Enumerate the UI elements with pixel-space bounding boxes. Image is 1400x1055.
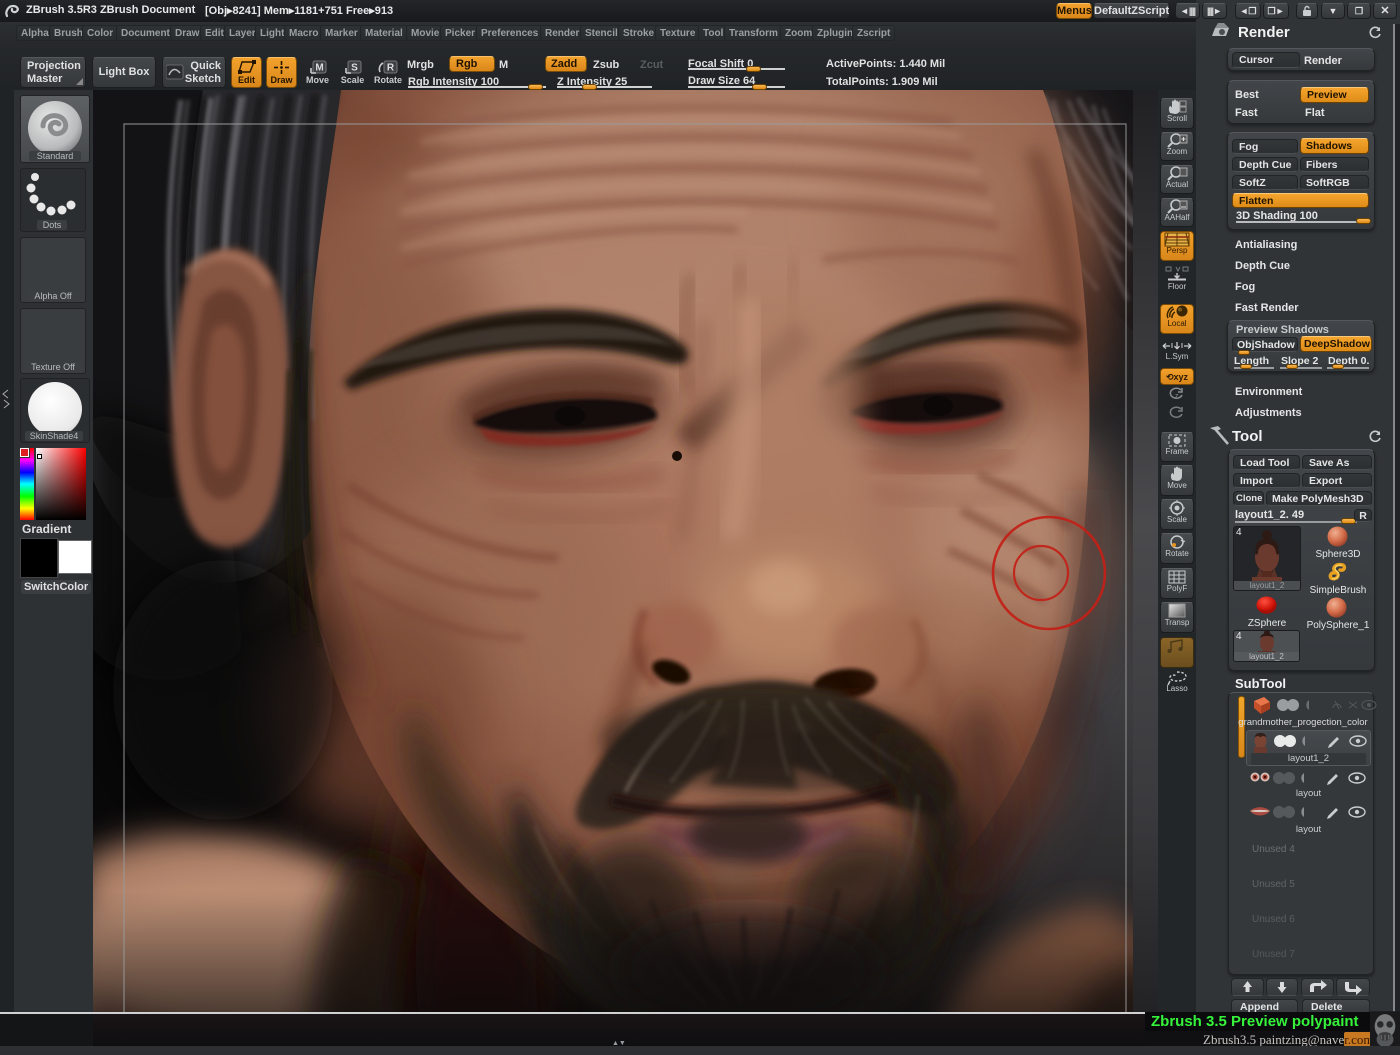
svg-text:z: z — [1175, 393, 1179, 400]
svg-text:M: M — [315, 63, 323, 74]
svg-text:S: S — [351, 63, 358, 74]
svg-text:R: R — [387, 63, 395, 74]
